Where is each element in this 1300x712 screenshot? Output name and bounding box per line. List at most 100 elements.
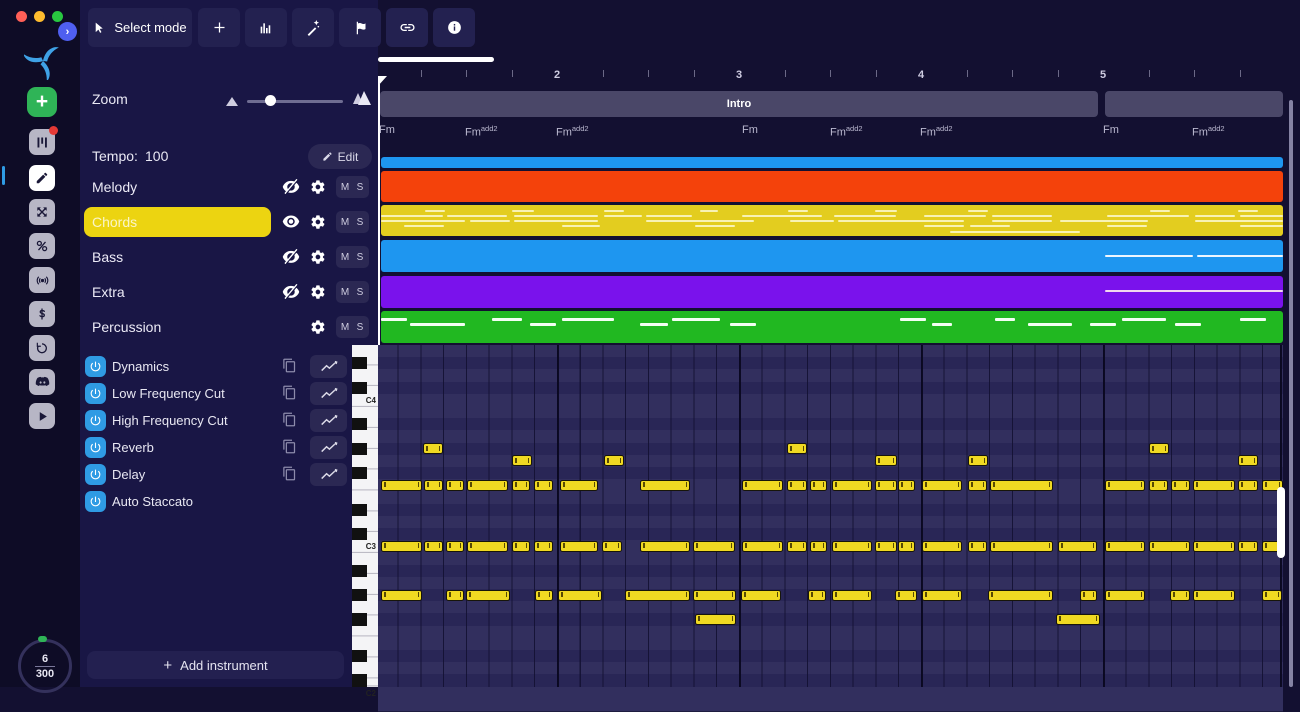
midi-note[interactable] — [875, 455, 897, 466]
add-instrument-button[interactable]: + Add instrument — [87, 651, 344, 679]
midi-note[interactable] — [512, 480, 530, 491]
track-row-melody[interactable]: Melody M S — [80, 172, 378, 202]
midi-note[interactable] — [1262, 590, 1282, 601]
eye-off-icon[interactable] — [282, 284, 300, 304]
midi-note[interactable] — [787, 480, 807, 491]
chord-label[interactable]: Fmadd2 — [465, 124, 498, 139]
lane-melody-partial[interactable] — [381, 157, 1283, 168]
history-icon[interactable] — [29, 335, 55, 361]
midi-note[interactable] — [832, 480, 872, 491]
horizontal-scrollbar-thumb[interactable] — [378, 57, 494, 62]
chord-label[interactable]: Fmadd2 — [920, 124, 953, 139]
solo-button[interactable]: S — [353, 287, 368, 298]
midi-note[interactable] — [808, 590, 826, 601]
black-key-C#4[interactable] — [352, 382, 367, 394]
automation-curve-button[interactable] — [310, 463, 347, 486]
automation-curve-button[interactable] — [310, 382, 347, 405]
lane-chords[interactable] — [381, 205, 1283, 236]
midi-note[interactable] — [1170, 590, 1190, 601]
chord-label[interactable]: Fmadd2 — [1192, 124, 1225, 139]
midi-note[interactable] — [898, 480, 915, 491]
solo-button[interactable]: S — [353, 322, 368, 333]
midi-note[interactable] — [1058, 541, 1097, 552]
midi-note[interactable] — [1193, 590, 1235, 601]
info-button[interactable] — [433, 8, 475, 47]
midi-note[interactable] — [1080, 590, 1097, 601]
play-icon[interactable] — [29, 403, 55, 429]
add-button[interactable] — [198, 8, 240, 47]
midi-note[interactable] — [695, 614, 736, 625]
lane-bass[interactable] — [381, 240, 1283, 272]
midi-note[interactable] — [968, 541, 987, 552]
midi-note[interactable] — [875, 541, 897, 552]
midi-note[interactable] — [1149, 443, 1169, 454]
solo-button[interactable]: S — [353, 182, 368, 193]
power-toggle-icon[interactable] — [85, 356, 106, 377]
midi-note[interactable] — [1149, 541, 1190, 552]
copy-icon[interactable] — [282, 466, 297, 486]
midi-note[interactable] — [1171, 480, 1190, 491]
midi-note[interactable] — [741, 590, 781, 601]
midi-note[interactable] — [990, 480, 1053, 491]
window-minimize-button[interactable] — [34, 11, 45, 22]
copy-icon[interactable] — [282, 412, 297, 432]
mute-button[interactable]: M — [338, 252, 353, 263]
automation-curve-button[interactable] — [310, 355, 347, 378]
midi-note[interactable] — [535, 590, 553, 601]
new-composition-button[interactable]: + — [27, 87, 57, 117]
midi-note[interactable] — [832, 590, 872, 601]
chord-label[interactable]: Fm — [1103, 124, 1119, 136]
midi-note[interactable] — [787, 541, 807, 552]
solo-button[interactable]: S — [353, 252, 368, 263]
gear-icon[interactable] — [310, 284, 326, 305]
lane-melody[interactable] — [381, 171, 1283, 202]
midi-note[interactable] — [742, 541, 783, 552]
broadcast-icon[interactable] — [29, 267, 55, 293]
flag-button[interactable] — [339, 8, 381, 47]
midi-note[interactable] — [512, 541, 530, 552]
mute-button[interactable]: M — [338, 287, 353, 298]
tempo-edit-button[interactable]: Edit — [308, 144, 372, 169]
midi-note[interactable] — [810, 480, 827, 491]
black-key-G#3[interactable] — [352, 443, 367, 455]
midi-note[interactable] — [446, 590, 464, 601]
discord-icon[interactable] — [29, 369, 55, 395]
midi-note[interactable] — [604, 455, 624, 466]
solo-button[interactable]: S — [353, 217, 368, 228]
midi-note[interactable] — [446, 480, 464, 491]
midi-note[interactable] — [968, 455, 988, 466]
midi-note[interactable] — [512, 455, 532, 466]
midi-note[interactable] — [446, 541, 464, 552]
zoom-slider-thumb[interactable] — [265, 95, 276, 106]
midi-note[interactable] — [875, 480, 897, 491]
power-toggle-icon[interactable] — [85, 410, 106, 431]
power-toggle-icon[interactable] — [85, 383, 106, 404]
section-block[interactable] — [1105, 91, 1283, 117]
black-key-G#2[interactable] — [352, 589, 367, 601]
mute-button[interactable]: M — [338, 217, 353, 228]
midi-note[interactable] — [1238, 455, 1258, 466]
midi-note[interactable] — [968, 480, 987, 491]
power-toggle-icon[interactable] — [85, 437, 106, 458]
select-mode-button[interactable]: Select mode — [88, 8, 192, 47]
midi-note[interactable] — [1056, 614, 1100, 625]
chart-button[interactable] — [245, 8, 287, 47]
midi-note[interactable] — [1193, 541, 1235, 552]
chord-label[interactable]: Fm — [742, 124, 758, 136]
mute-button[interactable]: M — [338, 322, 353, 333]
vertical-scrollbar-thumb[interactable] — [1277, 487, 1285, 558]
midi-note[interactable] — [922, 541, 962, 552]
track-row-bass[interactable]: Bass M S — [80, 242, 378, 272]
window-close-button[interactable] — [16, 11, 27, 22]
gear-icon[interactable] — [310, 319, 326, 340]
midi-note[interactable] — [693, 541, 735, 552]
mixer-icon[interactable] — [29, 233, 55, 259]
zoom-in-icon[interactable] — [352, 91, 371, 110]
eye-off-icon[interactable] — [282, 249, 300, 269]
midi-note[interactable] — [534, 541, 553, 552]
mute-button[interactable]: M — [338, 182, 353, 193]
midi-note[interactable] — [560, 541, 598, 552]
black-key-D#3[interactable] — [352, 504, 367, 516]
piano-roll-icon[interactable] — [29, 129, 55, 155]
midi-note[interactable] — [922, 590, 962, 601]
